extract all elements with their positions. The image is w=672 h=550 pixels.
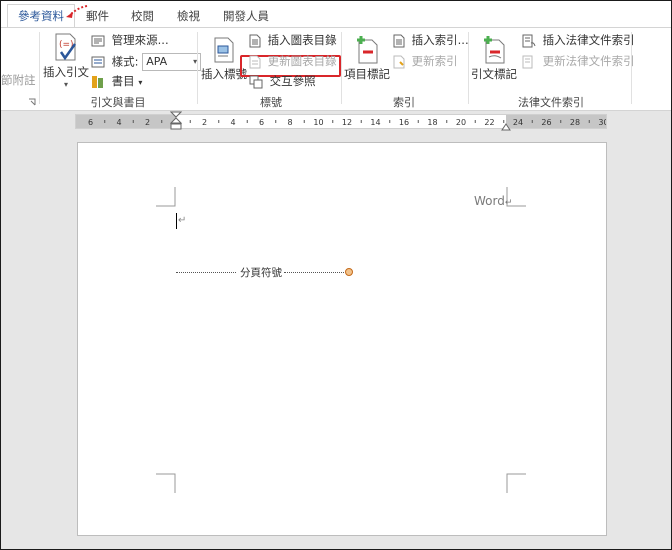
bibliography-icon bbox=[92, 75, 103, 88]
update-table-icon bbox=[249, 55, 261, 68]
document-page[interactable]: ↵ Word↵ 分頁符號 bbox=[77, 142, 607, 536]
citations-group-label: 引文與書目 bbox=[90, 96, 146, 109]
ruler-tick-label: 18 bbox=[427, 118, 437, 127]
insert-table-of-figures-button[interactable]: 插入圖表目錄 bbox=[249, 32, 337, 49]
right-indent-marker-icon[interactable] bbox=[501, 119, 511, 131]
top-left-crop-mark bbox=[156, 187, 176, 207]
tab-mailings[interactable]: 郵件 bbox=[86, 7, 109, 25]
insert-citation-label: 插入引文 bbox=[43, 65, 89, 79]
page-break[interactable]: 分頁符號 bbox=[176, 265, 353, 280]
update-index-button[interactable]: 更新索引 bbox=[393, 53, 458, 70]
ruler-tick-label: 30 bbox=[598, 118, 606, 127]
ruler-tick-label: 28 bbox=[570, 118, 580, 127]
ruler-tick-label: 2 bbox=[145, 118, 150, 127]
index-group-label: 索引 bbox=[393, 96, 415, 109]
dialog-launcher-icon[interactable] bbox=[28, 98, 36, 106]
ruler-tick-label: 24 bbox=[513, 118, 523, 127]
cross-reference-button[interactable]: 交互參照 bbox=[249, 73, 316, 90]
insert-citation-icon: (=) bbox=[55, 33, 77, 61]
ruler-tick-label: 8 bbox=[287, 118, 292, 127]
page-break-label: 分頁符號 bbox=[238, 265, 284, 280]
ruler-tick-label: 20 bbox=[456, 118, 466, 127]
ruler-tick-label: 6 bbox=[88, 118, 93, 127]
ruler-ticks: 64224681012141618202224262830 bbox=[88, 118, 606, 127]
text-cursor bbox=[176, 213, 177, 229]
ruler-tick-label: 14 bbox=[370, 118, 380, 127]
style-dropdown[interactable]: APA ▾ bbox=[142, 53, 202, 71]
ruler-tick-label: 10 bbox=[313, 118, 323, 127]
word-window: 參考資料 郵件 校閱 檢視 開發人員 節附註 (=) 插入引文 ▾ 管理來源..… bbox=[0, 0, 672, 550]
ribbon-tab-strip: 參考資料 郵件 校閱 檢視 開發人員 bbox=[1, 1, 671, 28]
bottom-right-crop-mark bbox=[506, 473, 526, 493]
update-toa-icon bbox=[522, 55, 533, 68]
paragraph-mark: ↵ bbox=[178, 215, 187, 226]
update-index-icon bbox=[393, 55, 405, 68]
ruler-tick-label: 22 bbox=[484, 118, 494, 127]
anchor-icon bbox=[345, 268, 353, 276]
mark-entry-icon bbox=[357, 36, 378, 64]
manage-sources-button[interactable]: 管理來源... bbox=[91, 32, 169, 49]
insert-toa-icon bbox=[522, 34, 536, 47]
insert-table-of-figures-icon bbox=[249, 34, 261, 47]
ruler-tick-label: 6 bbox=[259, 118, 264, 127]
manage-sources-icon bbox=[91, 35, 105, 46]
insert-citation-button[interactable]: (=) 插入引文 ▾ bbox=[43, 32, 89, 89]
tab-view[interactable]: 檢視 bbox=[177, 7, 200, 25]
indent-marker-icon[interactable] bbox=[170, 111, 182, 131]
ribbon: 節附註 (=) 插入引文 ▾ 管理來源... 樣式: APA ▾ 書目 ▾ 引文與… bbox=[1, 27, 671, 111]
ruler-tick-label: 2 bbox=[202, 118, 207, 127]
ruler-tick-label: 4 bbox=[116, 118, 121, 127]
insert-index-icon bbox=[393, 34, 405, 47]
ruler-tick-label: 4 bbox=[230, 118, 235, 127]
style-icon bbox=[91, 56, 105, 68]
ruler-tick-label: 12 bbox=[342, 118, 352, 127]
tab-review[interactable]: 校閱 bbox=[131, 7, 154, 25]
mark-citation-icon bbox=[484, 36, 505, 64]
captions-group-label: 標號 bbox=[260, 96, 282, 109]
footnote-partial-label[interactable]: 節附註 bbox=[1, 72, 36, 89]
header-text[interactable]: Word↵ bbox=[474, 194, 512, 208]
tab-developer[interactable]: 開發人員 bbox=[223, 7, 269, 25]
bibliography-button[interactable]: 書目 ▾ bbox=[91, 73, 142, 90]
cross-reference-icon bbox=[249, 75, 263, 88]
ruler-tick-label: 16 bbox=[399, 118, 409, 127]
toa-group-label: 法律文件索引 bbox=[518, 96, 584, 109]
insert-toa-button[interactable]: 插入法律文件索引 bbox=[522, 32, 635, 49]
insert-caption-icon bbox=[214, 37, 234, 63]
update-table-button[interactable]: 更新圖表目錄 bbox=[249, 53, 337, 70]
update-toa-button[interactable]: 更新法律文件索引 bbox=[522, 53, 635, 70]
bottom-left-crop-mark bbox=[156, 473, 176, 493]
ruler-tick-label: 26 bbox=[541, 118, 551, 127]
insert-index-button[interactable]: 插入索引... bbox=[393, 32, 469, 49]
mark-citation-button[interactable]: 引文標記 bbox=[471, 34, 517, 82]
horizontal-ruler[interactable]: 64224681012141618202224262830 bbox=[75, 111, 607, 131]
mark-entry-button[interactable]: 項目標記 bbox=[344, 34, 390, 82]
style-selector[interactable]: 樣式: APA ▾ bbox=[91, 53, 202, 71]
